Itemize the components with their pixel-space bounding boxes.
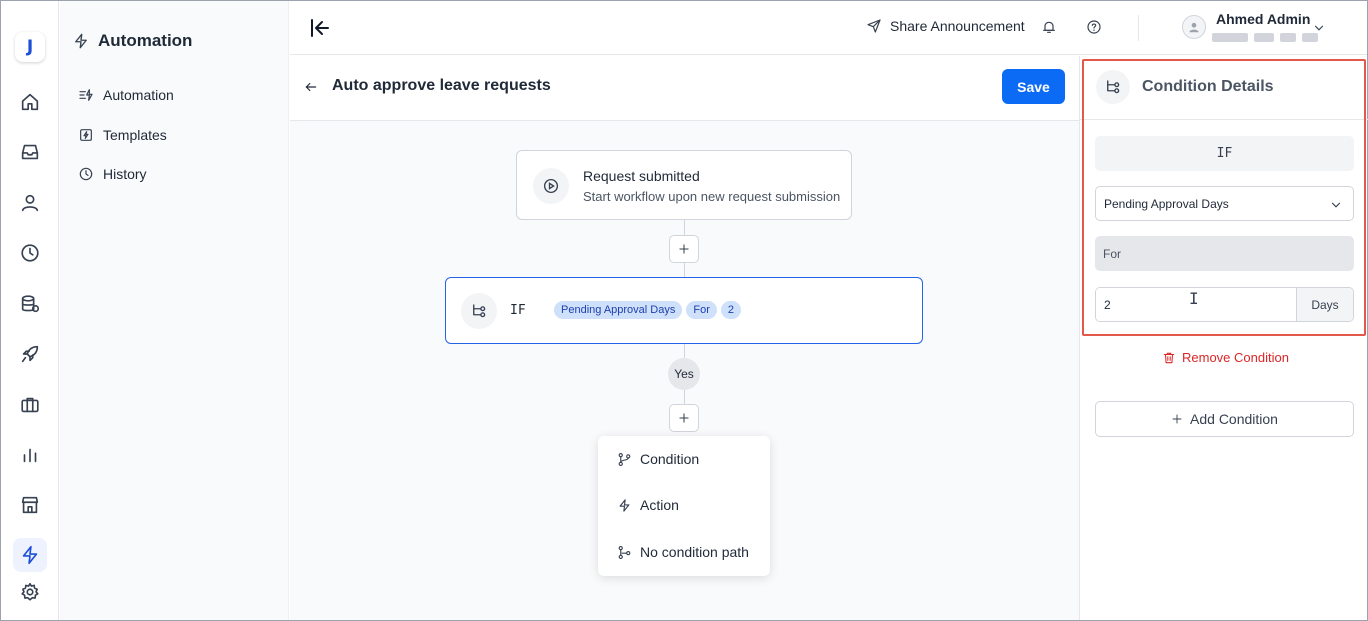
icon-rail: J [1,1,59,620]
lightning-icon [619,498,630,512]
gear-icon[interactable] [16,578,44,606]
remove-condition-label: Remove Condition [1182,350,1289,365]
condition-chip-field: Pending Approval Days [554,301,683,319]
add-step-button[interactable] [669,404,699,432]
page-title: Auto approve leave requests [332,77,551,94]
briefcase-icon[interactable] [16,391,44,419]
trigger-subtitle: Start workflow upon new request submissi… [583,189,841,204]
help-icon[interactable] [1086,19,1104,37]
condition-chip-operator: For [686,301,717,319]
workflow-header: Auto approve leave requests Save [290,56,1079,121]
sidebar-item-templates[interactable]: Templates [78,127,167,143]
if-condition-node[interactable]: IF Pending Approval Days For 2 [445,277,923,344]
if-label: IF [510,303,526,318]
lightning-icon [75,33,87,49]
add-step-button[interactable] [669,235,699,263]
connector-line [684,344,685,358]
condition-chip-value: 2 [720,301,741,319]
trigger-node[interactable]: Request submitted Start workflow upon ne… [516,150,852,220]
workflow-canvas: Request submitted Start workflow upon ne… [290,121,1079,620]
condition-details-panel: Condition Details IF Pending Approval Da… [1079,56,1368,620]
plus-icon [1172,414,1182,424]
send-icon [867,19,881,33]
database-icon[interactable] [16,290,44,318]
lightning-icon[interactable] [13,538,47,572]
git-branch-icon [618,452,631,466]
user-icon[interactable] [16,189,44,217]
add-step-menu: Condition Action No condition path [598,436,770,576]
save-button[interactable]: Save [1002,69,1065,104]
top-bar: Share Announcement Ahmed Admin [290,1,1367,55]
sidebar-item-label: History [103,166,147,182]
menu-item-label: No condition path [640,544,749,560]
condition-chips: Pending Approval Days For 2 [554,301,741,319]
trash-icon [1163,352,1175,363]
bar-chart-icon[interactable] [16,441,44,469]
highlight-box [1082,59,1366,336]
app-logo[interactable]: J [15,32,45,62]
user-name[interactable]: Ahmed Admin [1216,11,1310,27]
menu-item-no-condition-path[interactable]: No condition path [617,544,749,560]
plus-icon [679,413,689,423]
path-icon [618,545,631,559]
sidebar-item-label: Templates [103,127,167,143]
add-condition-label: Add Condition [1190,411,1278,427]
collapse-sidebar-icon[interactable] [308,16,332,40]
share-announcement-label: Share Announcement [890,18,1025,34]
sidebar-title: Automation [72,31,192,51]
trigger-title: Request submitted [583,168,700,184]
menu-item-action[interactable]: Action [617,497,679,513]
user-email-redacted [1212,33,1318,42]
sidebar-item-history[interactable]: History [78,166,147,182]
user-icon [1189,22,1199,33]
bell-icon[interactable] [1041,19,1059,37]
sidebar-title-label: Automation [98,31,193,50]
menu-item-condition[interactable]: Condition [617,451,699,467]
menu-item-label: Condition [640,451,700,467]
sidebar-item-automation[interactable]: Automation [78,87,174,103]
back-arrow-icon[interactable] [304,80,318,99]
history-icon [79,167,93,181]
play-circle-icon [533,168,569,204]
automation-sidebar: Automation Automation Templates History [60,1,289,620]
menu-item-label: Action [640,497,679,513]
branch-icon [461,293,497,329]
plus-icon [679,244,689,254]
home-icon[interactable] [16,88,44,116]
list-lightning-icon [79,89,93,101]
connector-line [684,262,685,277]
inbox-icon[interactable] [16,138,44,166]
add-condition-button[interactable]: Add Condition [1095,401,1354,437]
template-lightning-icon [80,129,92,141]
rocket-icon[interactable] [16,340,44,368]
share-announcement-button[interactable]: Share Announcement [866,18,1025,34]
topbar-divider [1138,15,1139,41]
chevron-down-icon[interactable] [1312,21,1326,40]
clock-icon[interactable] [16,239,44,267]
yes-branch-label: Yes [668,358,700,390]
avatar[interactable] [1182,15,1206,39]
remove-condition-button[interactable]: Remove Condition [1162,350,1289,365]
sidebar-item-label: Automation [103,87,174,103]
store-icon[interactable] [16,491,44,519]
